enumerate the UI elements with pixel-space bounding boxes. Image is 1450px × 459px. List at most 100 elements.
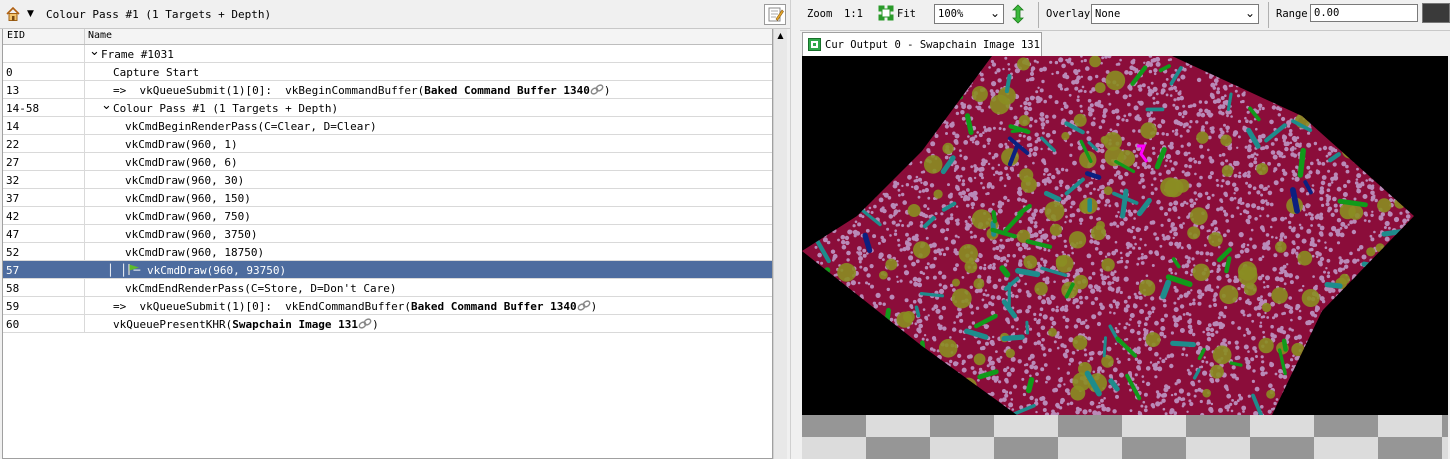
event-row[interactable]: 32 vkCmdDraw(960, 30) (3, 171, 772, 189)
event-name: vkCmdDraw(960, 3750) (125, 228, 257, 241)
overlay-select[interactable]: None ⌄ (1091, 4, 1259, 24)
event-eid: 14 (6, 120, 20, 133)
range-histogram[interactable] (1422, 3, 1450, 23)
event-eid: 52 (6, 246, 20, 259)
column-divider (84, 297, 85, 314)
event-name: => vkQueueSubmit(1)[0]: vkEndCommandBuff… (113, 300, 597, 313)
event-call-text: Frame #1031 (101, 48, 174, 61)
range-min-input[interactable]: 0.00 (1310, 4, 1418, 22)
chevron-down-icon: ⌄ (989, 6, 1000, 20)
column-header-eid[interactable]: EID (7, 30, 25, 41)
event-call-text: vkCmdDraw(960, 93750) (147, 264, 287, 277)
event-row[interactable]: 60 vkQueuePresentKHR(Swapchain Image 131) (3, 315, 772, 333)
event-eid: 37 (6, 192, 20, 205)
event-eid: 22 (6, 138, 20, 151)
column-header-name[interactable]: Name (88, 30, 112, 41)
expand-icon[interactable]: ⌄ (101, 98, 112, 113)
event-row[interactable]: 37 vkCmdDraw(960, 150) (3, 189, 772, 207)
event-call-text: vkCmdEndRenderPass(C=Store, D=Don't Care… (125, 282, 397, 295)
tab-label: Cur Output 0 - Swapchain Image 131 (825, 39, 1040, 51)
link-icon[interactable] (358, 318, 372, 329)
texture-icon (808, 38, 821, 51)
event-browser-toolbar: ▼ Colour Pass #1 (1 Targets + Depth) (0, 0, 790, 29)
zoom-select-value: 100% (938, 8, 964, 20)
event-name: Capture Start (113, 66, 199, 79)
flag-icon (128, 264, 139, 275)
link-icon[interactable] (577, 300, 591, 311)
link-icon[interactable] (590, 84, 604, 95)
column-divider (84, 171, 85, 188)
bookmark-icon (768, 7, 784, 22)
event-call-tail: ) (590, 300, 598, 313)
column-divider (84, 279, 85, 296)
event-row[interactable]: ⌄ Frame #1031 (3, 44, 772, 63)
event-row[interactable]: 57 │ │ ─ vkCmdDraw(960, 93750) (3, 261, 772, 279)
event-row[interactable]: 0 Capture Start (3, 63, 772, 81)
event-eid: 27 (6, 156, 20, 169)
bookmark-button[interactable] (764, 4, 786, 25)
event-name: vkCmdEndRenderPass(C=Store, D=Don't Care… (125, 282, 397, 295)
expand-icon[interactable]: ⌄ (89, 44, 100, 59)
event-eid: 59 (6, 300, 20, 313)
column-divider[interactable] (84, 29, 85, 44)
event-name: vkCmdBeginRenderPass(C=Clear, D=Clear) (125, 120, 377, 133)
event-eid: 32 (6, 174, 20, 187)
event-name: => vkQueueSubmit(1)[0]: vkBeginCommandBu… (113, 84, 610, 97)
column-divider (84, 189, 85, 206)
event-eid: 58 (6, 282, 20, 295)
event-eid: 14-58 (6, 102, 40, 115)
event-call-text: vkQueuePresentKHR( (113, 318, 233, 331)
event-row[interactable]: 13 => vkQueueSubmit(1)[0]: vkBeginCommand… (3, 81, 772, 99)
event-name: vkQueuePresentKHR(Swapchain Image 131) (113, 318, 379, 331)
event-name: vkCmdDraw(960, 1) (125, 138, 238, 151)
event-table-header: EID Name (3, 29, 772, 45)
event-call-text: vkCmdDraw(960, 3750) (125, 228, 258, 241)
chevron-down-icon: ⌄ (1244, 6, 1255, 20)
event-eid: 42 (6, 210, 20, 223)
chevron-down-icon[interactable]: ▼ (27, 9, 34, 19)
event-eid: 47 (6, 228, 20, 241)
event-row[interactable]: 52 vkCmdDraw(960, 18750) (3, 243, 772, 261)
column-divider (84, 81, 85, 98)
event-eid: 0 (6, 66, 13, 79)
overlay-select-value: None (1095, 8, 1121, 20)
event-row[interactable]: 59 => vkQueueSubmit(1)[0]: vkEndCommandBu… (3, 297, 772, 315)
panel-splitter[interactable] (790, 0, 801, 459)
overlay-label: Overlay (1046, 8, 1091, 20)
resource-name[interactable]: Swapchain Image 131 (232, 318, 358, 331)
resource-name[interactable]: Baked Command Buffer 1340 (411, 300, 577, 313)
event-table-scrollbar[interactable]: ▲ (773, 29, 787, 459)
event-row[interactable]: 14-58 ⌄ Colour Pass #1 (1 Targets + Depth) (3, 98, 772, 117)
event-call-text: vkCmdDraw(960, 150) (125, 192, 251, 205)
event-browser-panel: ▼ Colour Pass #1 (1 Targets + Depth) EID… (0, 0, 790, 459)
event-name: vkCmdDraw(960, 93750) (147, 264, 286, 277)
event-row[interactable]: 42 vkCmdDraw(960, 750) (3, 207, 772, 225)
event-row[interactable]: 58 vkCmdEndRenderPass(C=Store, D=Don't Ca… (3, 279, 772, 297)
event-row[interactable]: 27 vkCmdDraw(960, 6) (3, 153, 772, 171)
texture-preview[interactable] (802, 56, 1448, 459)
event-name: vkCmdDraw(960, 750) (125, 210, 251, 223)
range-min-value: 0.00 (1314, 7, 1340, 19)
column-divider (84, 45, 85, 62)
event-name: Frame #1031 (101, 48, 174, 61)
column-divider (84, 63, 85, 80)
fit-icon[interactable] (878, 5, 896, 22)
texture-tab-bar: Cur Output 0 - Swapchain Image 131 (800, 31, 1450, 56)
event-call-text: vkCmdDraw(960, 750) (125, 210, 251, 223)
event-name: vkCmdDraw(960, 150) (125, 192, 251, 205)
flip-icon[interactable] (1011, 4, 1025, 24)
event-call-text: vkCmdDraw(960, 1) (125, 138, 238, 151)
fit-label[interactable]: Fit (897, 8, 916, 20)
event-eid: 60 (6, 318, 20, 331)
event-row[interactable]: 47 vkCmdDraw(960, 3750) (3, 225, 772, 243)
column-divider (84, 117, 85, 134)
resource-name[interactable]: Baked Command Buffer 1340 (424, 84, 590, 97)
texture-viewer-toolbar: Zoom 1:1 Fit 100% ⌄ Overlay None ⌄ Range… (800, 0, 1450, 31)
zoom-ratio-button[interactable]: 1:1 (844, 8, 863, 20)
event-row[interactable]: 14 vkCmdBeginRenderPass(C=Clear, D=Clear) (3, 117, 772, 135)
zoom-select[interactable]: 100% ⌄ (934, 4, 1004, 24)
home-icon[interactable] (6, 7, 20, 21)
event-row[interactable]: 22 vkCmdDraw(960, 1) (3, 135, 772, 153)
tab-cur-output[interactable]: Cur Output 0 - Swapchain Image 131 (802, 32, 1042, 56)
scroll-up-icon[interactable]: ▲ (774, 29, 787, 43)
